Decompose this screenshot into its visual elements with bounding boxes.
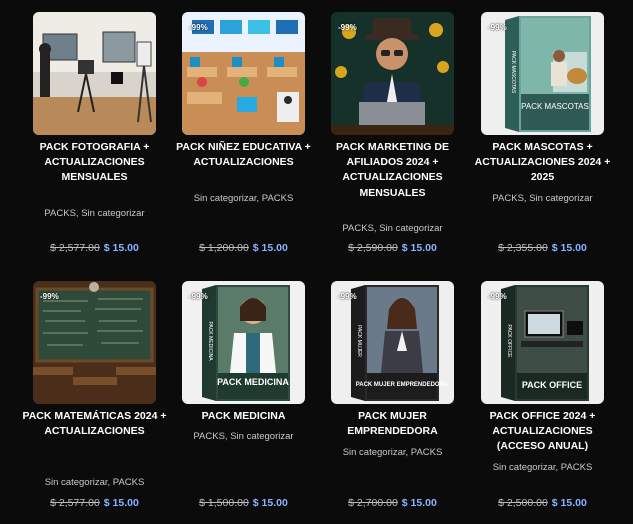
old-price: $ 2,500.00: [498, 497, 548, 509]
box-label-top: PACK MUJER EMPRENDEDORA: [356, 382, 449, 388]
box-spine-label: PACK OFFICE: [506, 325, 512, 359]
discount-badge: -99%: [189, 23, 208, 32]
box-label-top: PACK OFFICE: [522, 380, 582, 390]
product-grid: PACK FOTOGRAFIA + ACTUALIZACIONES MENSUA…: [0, 0, 633, 524]
sale-price: $ 15.00: [103, 242, 139, 254]
discount-badge: -99%: [338, 292, 357, 301]
old-price: $ 2,590.00: [348, 242, 398, 254]
product-price: $ 2,355.00 $ 15.00: [467, 242, 618, 254]
old-price: $ 2,700.00: [348, 497, 398, 509]
product-image-box-office[interactable]: PACK OFFICE PACK OFFICE -99%: [481, 281, 604, 404]
product-image-box-medicina[interactable]: PACK MEDICINA PACK MEDICINA -99%: [182, 281, 305, 404]
product-title[interactable]: PACK MASCOTAS + ACTUALIZACIONES 2024 + 2…: [467, 140, 618, 186]
product-categories: PACKS, Sin categorizar: [44, 208, 145, 219]
product-price: $ 2,700.00 $ 15.00: [317, 497, 468, 509]
product-categories: Sin categorizar, PACKS: [44, 477, 145, 488]
product-image-box-mujer[interactable]: PACK MUJER EMPRENDEDORA PACK MUJER -99%: [331, 281, 454, 404]
sale-price: $ 15.00: [252, 242, 288, 254]
sale-price: $ 15.00: [252, 497, 288, 509]
product-image-photo-studio[interactable]: [33, 12, 156, 135]
sale-price: $ 15.00: [551, 497, 587, 509]
product-price: $ 1,500.00 $ 15.00: [168, 497, 319, 509]
discount-badge: -99%: [40, 292, 59, 301]
old-price: $ 2,577.00: [50, 497, 100, 509]
sale-price: $ 15.00: [551, 242, 587, 254]
sale-price: $ 15.00: [401, 242, 437, 254]
product-title[interactable]: PACK MARKETING DE AFILIADOS 2024 + ACTUA…: [317, 140, 468, 201]
box-spine-label: PACK MUJER: [356, 325, 362, 357]
product-categories: Sin categorizar, PACKS: [193, 193, 294, 204]
product-title[interactable]: PACK NIÑEZ EDUCATIVA + ACTUALIZACIONES: [168, 140, 319, 170]
discount-badge: -99%: [338, 23, 357, 32]
product-title[interactable]: PACK MUJER EMPRENDEDORA: [317, 409, 468, 439]
product-price: $ 2,590.00 $ 15.00: [317, 242, 468, 254]
sale-price: $ 15.00: [103, 497, 139, 509]
product-image-marketing[interactable]: -99%: [331, 12, 454, 135]
product-categories: PACKS, Sin categorizar: [492, 193, 593, 204]
discount-badge: -99%: [488, 23, 507, 32]
product-price: $ 2,500.00 $ 15.00: [467, 497, 618, 509]
product-title[interactable]: PACK FOTOGRAFIA + ACTUALIZACIONES MENSUA…: [19, 140, 170, 186]
product-price: $ 1,200.00 $ 15.00: [168, 242, 319, 254]
product-categories: Sin categorizar, PACKS: [342, 447, 443, 458]
product-title[interactable]: PACK OFFICE 2024 + ACTUALIZACIONES (ACCE…: [467, 409, 618, 455]
box-spine-label: PACK MASCOTAS: [510, 51, 516, 94]
discount-badge: -99%: [189, 292, 208, 301]
product-price: $ 2,577.00 $ 15.00: [19, 242, 170, 254]
product-title[interactable]: PACK MEDICINA: [168, 409, 319, 424]
product-title[interactable]: PACK MATEMÁTICAS 2024 + ACTUALIZACIONES: [19, 409, 170, 439]
product-image-chalkboard[interactable]: -99%: [33, 281, 156, 404]
product-categories: PACKS, Sin categorizar: [342, 223, 443, 234]
old-price: $ 2,355.00: [498, 242, 548, 254]
discount-badge: -99%: [488, 292, 507, 301]
old-price: $ 1,200.00: [199, 242, 249, 254]
product-image-box-mascotas[interactable]: PACK MASCOTAS PACK MASCOTAS -99%: [481, 12, 604, 135]
old-price: $ 2,577.00: [50, 242, 100, 254]
product-categories: Sin categorizar, PACKS: [492, 462, 593, 473]
old-price: $ 1,500.00: [199, 497, 249, 509]
product-categories: PACKS, Sin categorizar: [193, 431, 294, 442]
sale-price: $ 15.00: [401, 497, 437, 509]
box-label-top: PACK MEDICINA: [217, 377, 289, 387]
product-price: $ 2,577.00 $ 15.00: [19, 497, 170, 509]
box-spine-label: PACK MEDICINA: [207, 321, 213, 361]
box-label-top: PACK MASCOTAS: [521, 102, 589, 111]
product-image-classroom[interactable]: -99%: [182, 12, 305, 135]
